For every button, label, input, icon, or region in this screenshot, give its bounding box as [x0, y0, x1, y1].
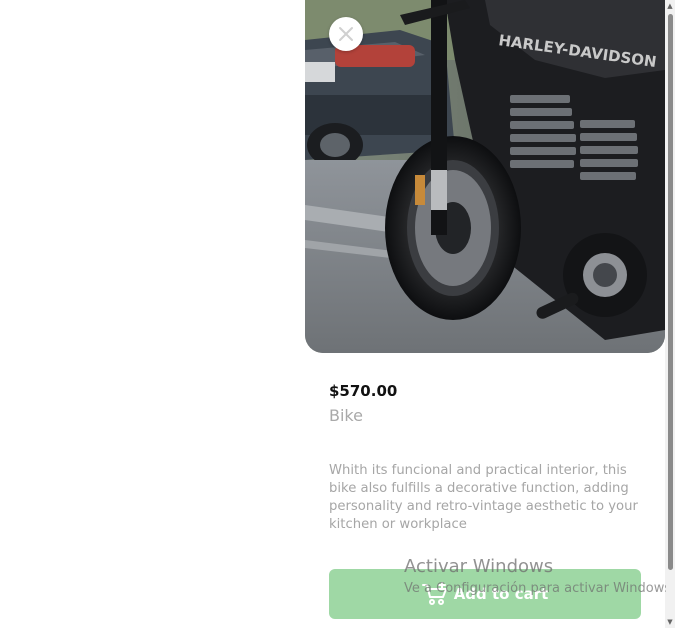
scroll-down-arrow-icon[interactable]: ▼ — [666, 618, 674, 626]
product-detail-panel: HARLEY-DAVIDSON $570.00 Bike Whith its f… — [305, 0, 665, 628]
product-page: HARLEY-DAVIDSON $570.00 Bike Whith its f… — [0, 0, 675, 628]
add-to-cart-label: Add to cart — [453, 585, 549, 603]
scrollbar-thumb[interactable] — [668, 14, 673, 570]
vertical-scrollbar[interactable]: ▲ ▼ — [665, 0, 675, 628]
product-name: Bike — [329, 406, 363, 425]
scroll-up-arrow-icon[interactable]: ▲ — [666, 2, 674, 10]
product-image: HARLEY-DAVIDSON — [305, 0, 665, 353]
close-icon — [339, 27, 353, 41]
product-price: $570.00 — [329, 382, 398, 400]
close-button[interactable] — [329, 17, 363, 51]
product-description: Whith its funcional and practical interi… — [329, 463, 638, 532]
add-to-cart-button[interactable]: Add to cart — [329, 569, 641, 619]
cart-plus-icon — [421, 582, 447, 605]
